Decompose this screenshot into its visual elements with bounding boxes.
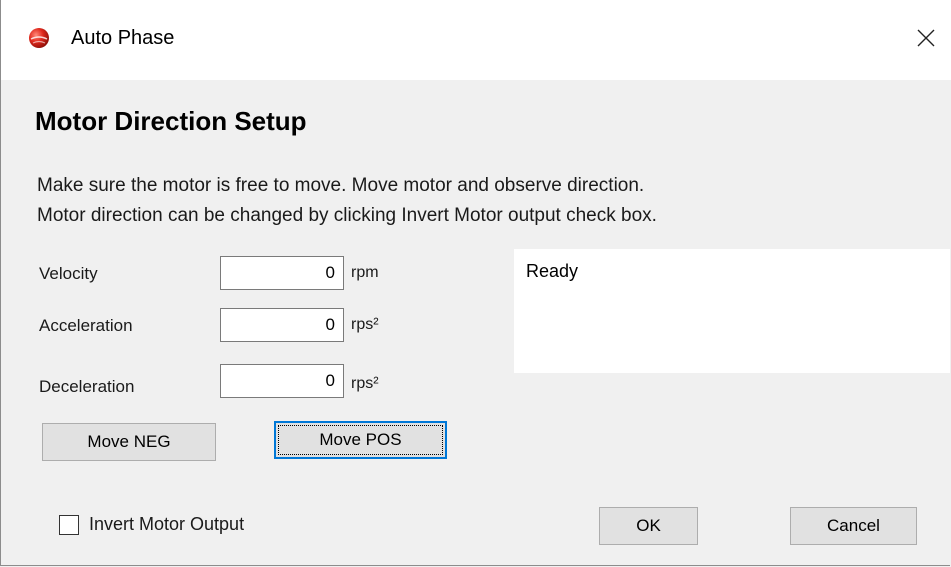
app-icon (27, 26, 51, 50)
velocity-label: Velocity (39, 264, 98, 283)
close-icon (917, 29, 935, 47)
move-pos-button[interactable]: Move POS (274, 421, 447, 459)
ok-button[interactable]: OK (599, 507, 698, 545)
status-box: Ready (514, 249, 950, 373)
acceleration-label: Acceleration (39, 316, 133, 335)
window-title: Auto Phase (71, 27, 175, 49)
acceleration-unit: rps² (351, 316, 379, 333)
move-neg-label: Move NEG (87, 432, 171, 451)
title-bar: Auto Phase (1, 0, 951, 80)
description-line-2: Motor direction can be changed by clicki… (37, 205, 657, 226)
cancel-button[interactable]: Cancel (790, 507, 917, 545)
velocity-unit: rpm (351, 264, 379, 281)
status-text: Ready (526, 261, 579, 281)
close-button[interactable] (906, 18, 946, 58)
ok-label: OK (636, 516, 661, 535)
focus-ring (278, 425, 443, 455)
deceleration-unit: rps² (351, 375, 379, 392)
invert-motor-output-label: Invert Motor Output (89, 514, 245, 534)
description-line-1: Make sure the motor is free to move. Mov… (37, 175, 645, 196)
invert-motor-output-checkbox[interactable] (59, 515, 79, 535)
deceleration-label: Deceleration (39, 377, 135, 396)
auto-phase-dialog: Auto Phase Motor Direction Setup Make su… (0, 0, 951, 566)
acceleration-input[interactable] (220, 308, 344, 342)
cancel-label: Cancel (827, 516, 880, 535)
page-title: Motor Direction Setup (35, 106, 307, 136)
velocity-input[interactable] (220, 256, 344, 290)
deceleration-input[interactable] (220, 364, 344, 398)
move-neg-button[interactable]: Move NEG (42, 423, 216, 461)
